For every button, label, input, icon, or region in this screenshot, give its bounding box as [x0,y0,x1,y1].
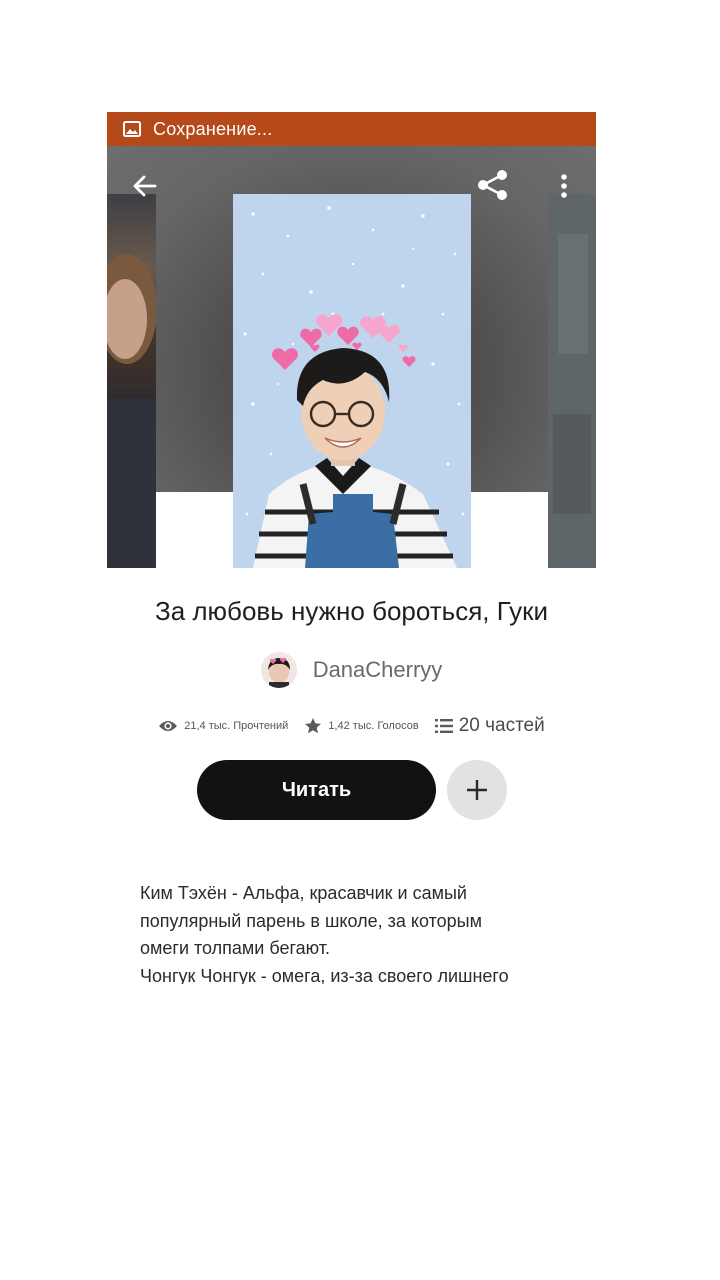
phone-screen: Сохранение... За любовь нужно бороться, … [107,112,596,1012]
reads-count: 21,4 тыс. Прочтений [184,720,289,732]
votes-count: 1,42 тыс. Голосов [328,720,419,732]
arrow-left-icon [133,175,157,197]
status-text: Сохранение... [153,118,273,139]
parts-count: 20 частей [458,715,545,736]
book-cover[interactable] [233,194,471,568]
share-button[interactable] [475,166,511,204]
author-link[interactable]: DanaCherryy [107,648,596,692]
description-line: омеги толпами бегают. [140,938,331,958]
read-button[interactable]: Читать [197,760,436,820]
status-bar: Сохранение... [107,112,596,146]
parts-stat: 20 частей [434,715,545,737]
image-icon [123,120,141,138]
plus-icon [467,780,487,800]
description-line: Ким Тэхён - Альфа, красавчик и самый [140,883,467,903]
next-cover[interactable] [548,194,596,568]
stats-row: 21,4 тыс. Прочтений 1,42 тыс. Голосов 20… [107,714,596,738]
description-clip [107,984,596,1012]
description-line: популярный парень в школе, за которым [140,910,482,931]
back-button[interactable] [129,170,161,202]
share-icon [478,170,507,200]
list-icon [434,718,453,734]
author-name[interactable]: DanaCherryy [313,657,443,683]
star-icon [304,717,322,735]
book-description: Ким Тэхён - Альфа, красавчик и самый поп… [140,880,570,990]
add-to-library-button[interactable] [447,760,507,820]
book-title: За любовь нужно бороться, Гуки [155,596,548,626]
avatar[interactable] [260,652,297,688]
more-vertical-icon [561,174,567,198]
previous-cover[interactable] [107,194,156,568]
more-options-button[interactable] [553,170,575,202]
eye-icon [158,719,178,733]
reads-stat: 21,4 тыс. Прочтений [158,719,288,733]
votes-stat: 1,42 тыс. Голосов [304,717,419,735]
cover-carousel[interactable] [107,146,596,568]
